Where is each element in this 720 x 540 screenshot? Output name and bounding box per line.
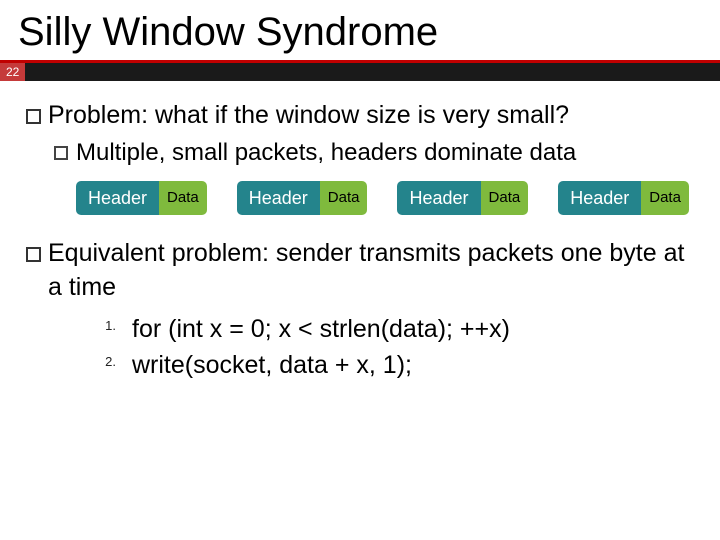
bullet-problem: Problem: what if the window size is very… [22, 99, 698, 231]
packet: Header Data [237, 181, 368, 215]
packet: Header Data [76, 181, 207, 215]
packet-data-label: Data [481, 181, 529, 215]
packet: Header Data [558, 181, 689, 215]
page-bar-fill [25, 63, 720, 81]
code-line-1: for (int x = 0; x < strlen(data); ++x) [86, 311, 698, 347]
bullet-problem-sub: Multiple, small packets, headers dominat… [48, 137, 698, 169]
bullet-equivalent-text: Equivalent problem: sender transmits pac… [48, 239, 684, 301]
slide: Silly Window Syndrome 22 Problem: what i… [0, 0, 720, 540]
packet: Header Data [397, 181, 528, 215]
packet-data-label: Data [641, 181, 689, 215]
bullet-problem-text: Problem: what if the window size is very… [48, 101, 569, 129]
packet-header-label: Header [397, 181, 480, 215]
packet-header-label: Header [558, 181, 641, 215]
packet-header-label: Header [76, 181, 159, 215]
slide-body: Problem: what if the window size is very… [0, 81, 720, 383]
packet-row: Header Data Header Data Header Data Head… [48, 169, 698, 231]
page-number-badge: 22 [0, 63, 25, 81]
page-bar: 22 [0, 63, 720, 81]
packet-data-label: Data [159, 181, 207, 215]
bullet-equivalent: Equivalent problem: sender transmits pac… [22, 237, 698, 383]
code-line-2: write(socket, data + x, 1); [86, 347, 698, 383]
slide-title: Silly Window Syndrome [0, 0, 720, 60]
packet-header-label: Header [237, 181, 320, 215]
code-list: for (int x = 0; x < strlen(data); ++x) w… [48, 311, 698, 384]
packet-data-label: Data [320, 181, 368, 215]
